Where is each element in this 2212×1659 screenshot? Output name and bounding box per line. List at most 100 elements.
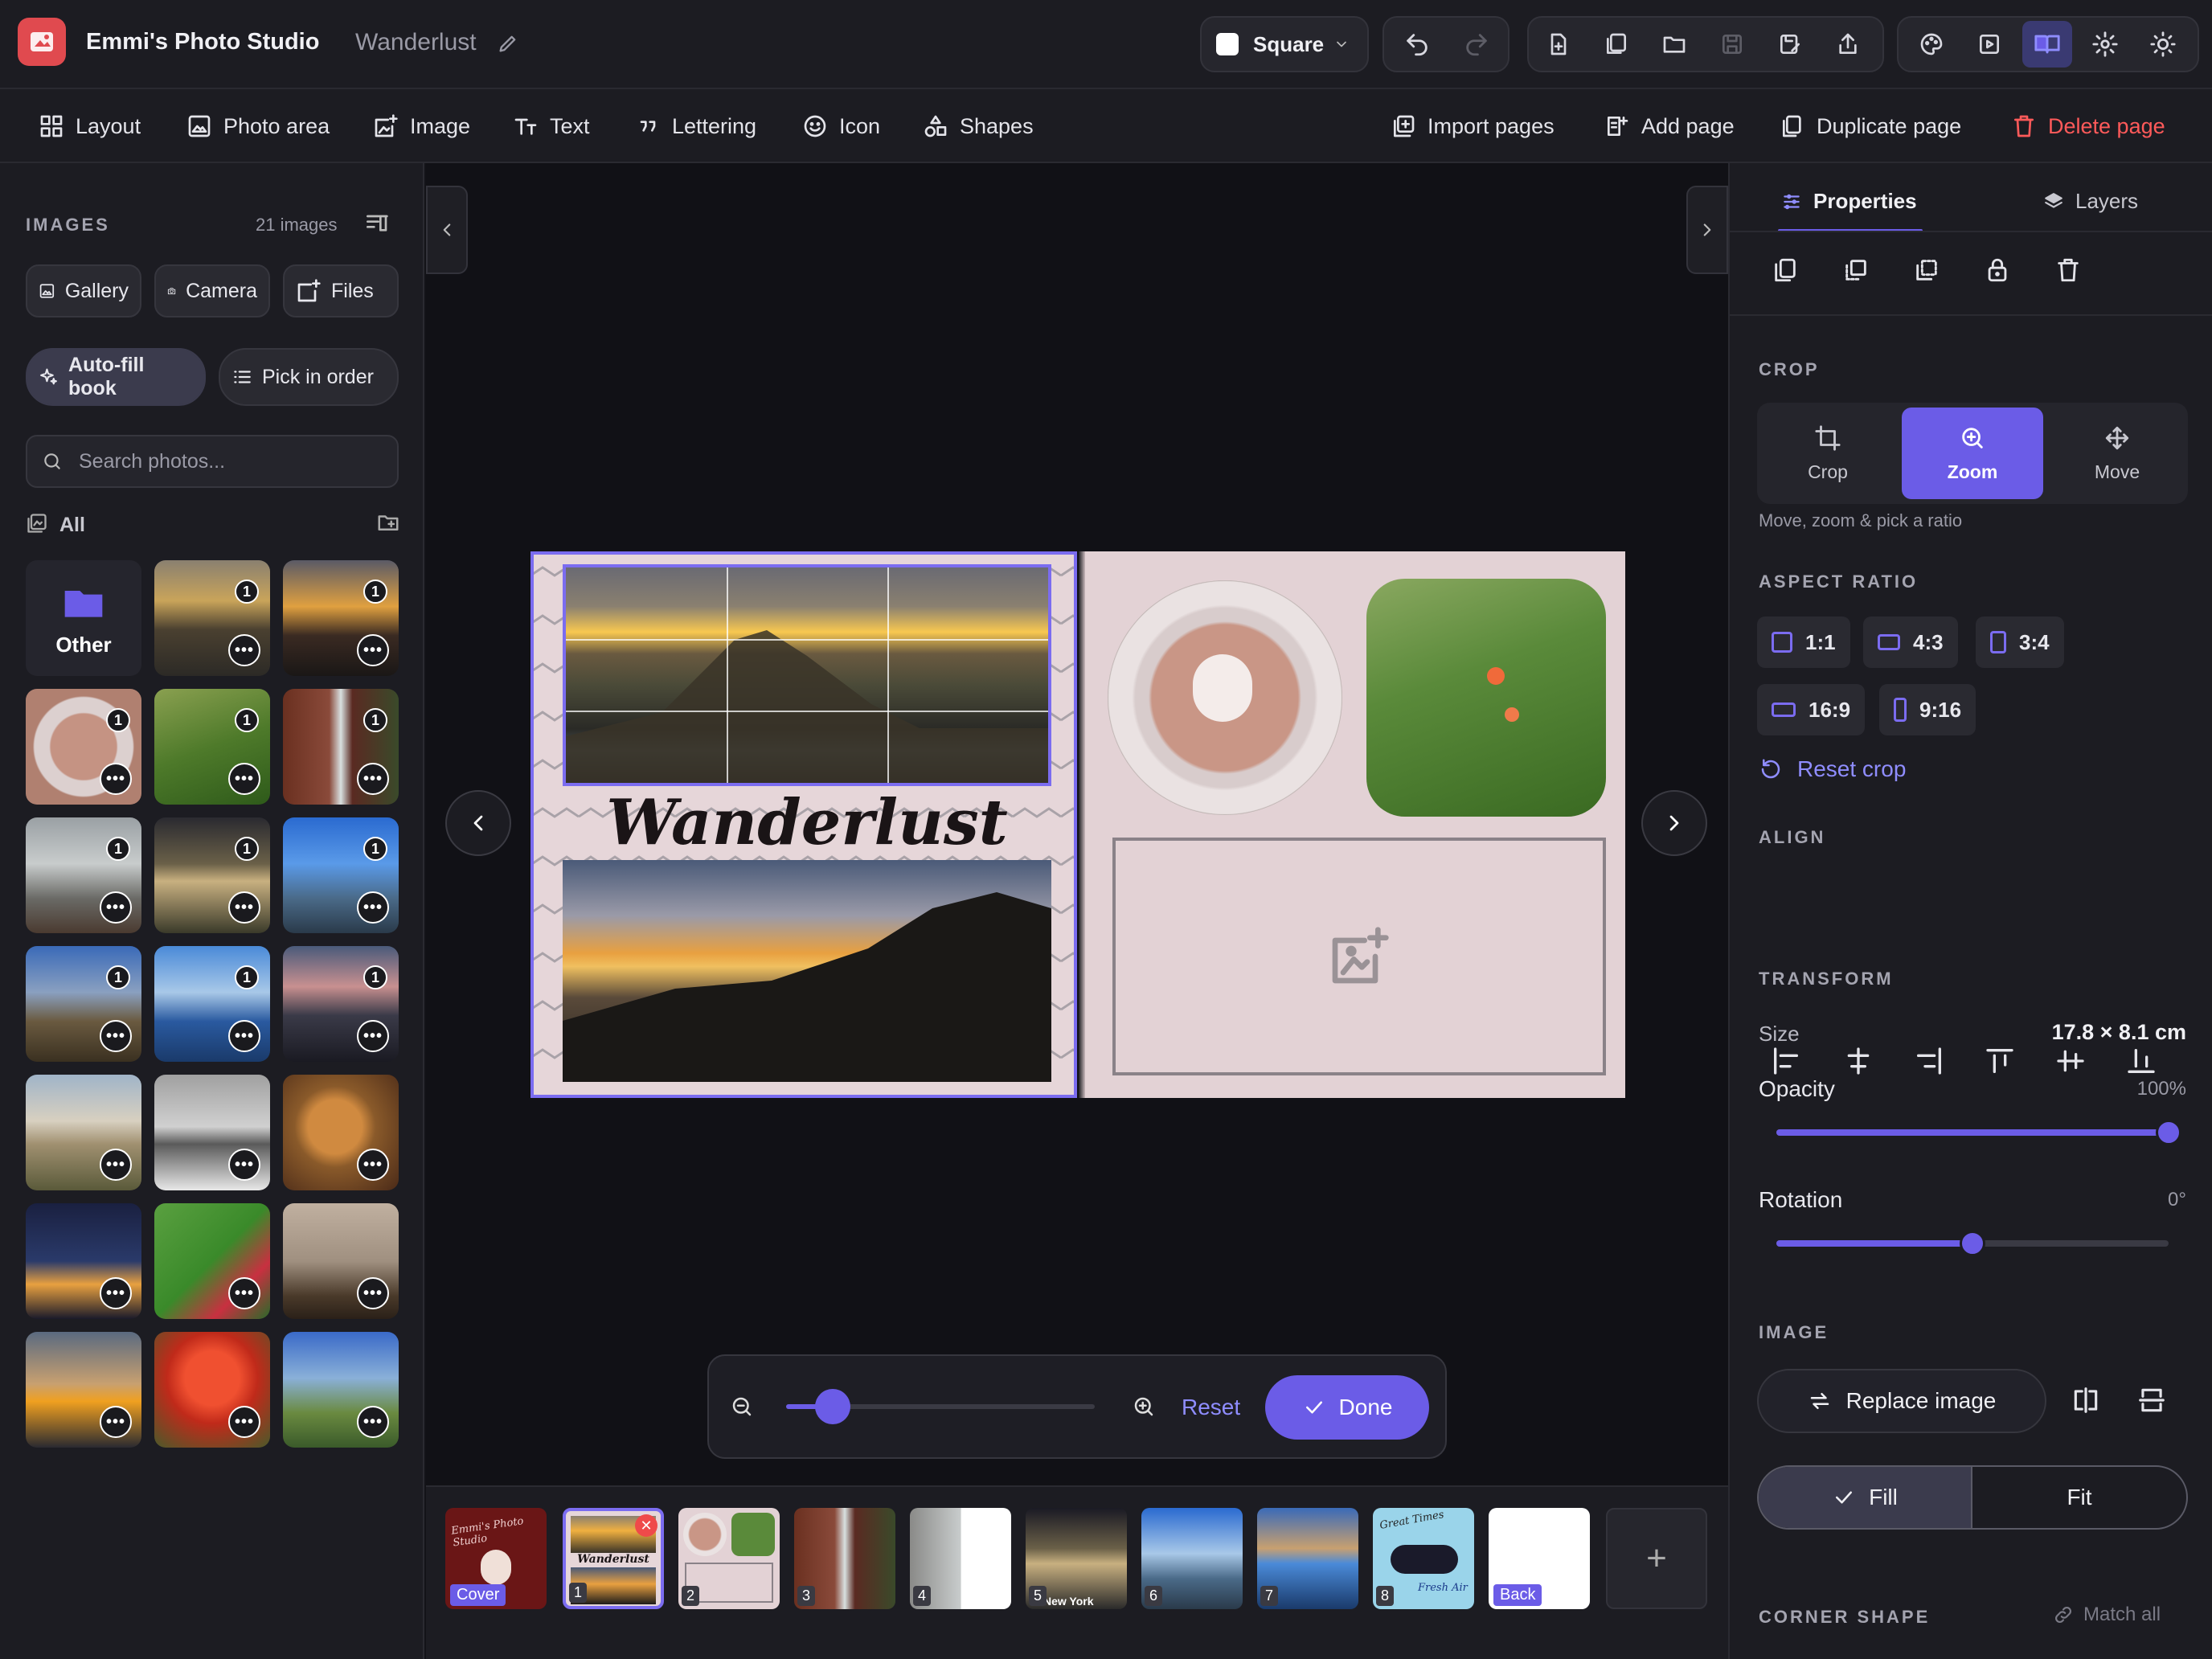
page-thumb-1[interactable]: Wanderlust ✕ 1 bbox=[563, 1508, 664, 1609]
collapse-left-panel-button[interactable] bbox=[426, 186, 468, 274]
more-options-icon[interactable]: ••• bbox=[357, 891, 389, 924]
photo-thumb[interactable]: ••• bbox=[283, 1075, 399, 1190]
page-thumb-2[interactable]: 2 bbox=[678, 1508, 780, 1609]
match-all-button[interactable]: Match all bbox=[2053, 1604, 2161, 1626]
photo-thumb[interactable]: 1 ••• bbox=[26, 689, 141, 805]
empty-photo-area[interactable] bbox=[1112, 838, 1606, 1075]
search-input[interactable] bbox=[79, 449, 384, 473]
zoom-slider-thumb[interactable] bbox=[814, 1389, 850, 1424]
cake-photo[interactable] bbox=[1108, 580, 1342, 815]
right-page[interactable] bbox=[1085, 551, 1625, 1098]
tab-properties[interactable]: Properties bbox=[1781, 189, 1917, 214]
flip-horizontal-icon[interactable] bbox=[2071, 1385, 2103, 1417]
photo-thumb[interactable]: ••• bbox=[154, 1332, 270, 1448]
more-options-icon[interactable]: ••• bbox=[100, 1277, 132, 1309]
page-thumb-5[interactable]: New York 5 bbox=[1026, 1508, 1127, 1609]
crop-mode-move[interactable]: Move bbox=[2046, 403, 2188, 504]
photo-thumb[interactable]: 1 ••• bbox=[283, 560, 399, 676]
more-options-icon[interactable]: ••• bbox=[100, 1149, 132, 1181]
more-options-icon[interactable]: ••• bbox=[228, 891, 260, 924]
image-button[interactable]: Image bbox=[373, 89, 470, 163]
project-title[interactable]: Wanderlust bbox=[355, 29, 477, 56]
clear-list-icon[interactable] bbox=[363, 210, 389, 236]
photo-area-button[interactable]: Photo area bbox=[186, 89, 330, 163]
search-box[interactable] bbox=[26, 435, 399, 488]
duplicate-page-button[interactable]: Duplicate page bbox=[1780, 89, 1961, 163]
new-page-icon[interactable] bbox=[1540, 26, 1577, 63]
photo-thumb[interactable]: ••• bbox=[283, 1332, 399, 1448]
more-options-icon[interactable]: ••• bbox=[228, 763, 260, 795]
gallery-button[interactable]: Gallery bbox=[26, 264, 141, 317]
next-spread-button[interactable] bbox=[1641, 790, 1707, 856]
tab-layers[interactable]: Layers bbox=[2043, 189, 2138, 214]
photo-thumb[interactable]: 1 ••• bbox=[154, 946, 270, 1062]
rotation-slider-thumb[interactable] bbox=[1960, 1231, 1985, 1256]
replace-image-button[interactable]: Replace image bbox=[1757, 1369, 2046, 1433]
opacity-slider-thumb[interactable] bbox=[2156, 1120, 2181, 1145]
preview-play-icon[interactable] bbox=[1971, 26, 2008, 63]
more-options-icon[interactable]: ••• bbox=[228, 634, 260, 666]
text-button[interactable]: Text bbox=[513, 89, 590, 163]
book-view-icon[interactable] bbox=[2022, 21, 2072, 68]
ratio-4-3-button[interactable]: 4:3 bbox=[1863, 616, 1958, 668]
page-thumb-7[interactable]: 7 bbox=[1257, 1508, 1358, 1609]
photo-thumb[interactable]: ••• bbox=[26, 1203, 141, 1319]
zoom-in-icon[interactable] bbox=[1132, 1395, 1156, 1419]
previous-spread-button[interactable] bbox=[445, 790, 511, 856]
remove-page-icon[interactable]: ✕ bbox=[635, 1514, 657, 1537]
align-middle-vertical-icon[interactable] bbox=[2054, 1045, 2090, 1080]
app-logo-icon[interactable] bbox=[18, 18, 66, 66]
photo-thumb[interactable]: ••• bbox=[283, 1203, 399, 1319]
photo-thumb[interactable]: 1 ••• bbox=[26, 946, 141, 1062]
zoom-done-button[interactable]: Done bbox=[1265, 1375, 1429, 1440]
add-page-button[interactable]: Add page bbox=[1604, 89, 1735, 163]
photo-thumb[interactable]: 1 ••• bbox=[154, 689, 270, 805]
photo-thumb[interactable]: 1 ••• bbox=[154, 817, 270, 933]
left-page[interactable]: Wanderlust bbox=[530, 551, 1077, 1098]
delete-page-button[interactable]: Delete page bbox=[2011, 89, 2165, 163]
more-options-icon[interactable]: ••• bbox=[100, 1406, 132, 1438]
more-options-icon[interactable]: ••• bbox=[228, 1149, 260, 1181]
more-options-icon[interactable]: ••• bbox=[357, 1277, 389, 1309]
reset-crop-button[interactable]: Reset crop bbox=[1759, 756, 1906, 782]
page-thumb-4[interactable]: 4 bbox=[910, 1508, 1011, 1609]
collapse-right-panel-button[interactable] bbox=[1686, 186, 1728, 274]
undo-icon[interactable] bbox=[1399, 26, 1436, 63]
zoom-reset-button[interactable]: Reset bbox=[1182, 1395, 1240, 1420]
folder-open-icon[interactable] bbox=[1656, 26, 1693, 63]
page-thumb-cover[interactable]: Emmi's Photo Studio Cover bbox=[445, 1508, 547, 1609]
sunset-photo[interactable] bbox=[563, 860, 1051, 1082]
delete-element-icon[interactable] bbox=[2054, 256, 2083, 285]
ratio-16-9-button[interactable]: 16:9 bbox=[1757, 684, 1866, 735]
rotation-slider[interactable] bbox=[1776, 1231, 2169, 1256]
more-options-icon[interactable]: ••• bbox=[357, 1020, 389, 1052]
title-lettering[interactable]: Wanderlust bbox=[534, 786, 1074, 859]
page-thumb-back[interactable]: Back bbox=[1489, 1508, 1590, 1609]
more-options-icon[interactable]: ••• bbox=[100, 891, 132, 924]
import-pages-button[interactable]: Import pages bbox=[1391, 89, 1555, 163]
photo-thumb[interactable]: ••• bbox=[26, 1075, 141, 1190]
photo-thumb[interactable]: ••• bbox=[154, 1203, 270, 1319]
align-left-icon[interactable] bbox=[1770, 1045, 1805, 1080]
align-top-icon[interactable] bbox=[1984, 1045, 2019, 1080]
photo-thumb[interactable]: 1 ••• bbox=[26, 817, 141, 933]
palette-icon[interactable] bbox=[1913, 26, 1950, 63]
theme-sun-icon[interactable] bbox=[2144, 26, 2181, 63]
photo-thumb[interactable]: 1 ••• bbox=[154, 560, 270, 676]
ratio-3-4-button[interactable]: 3:4 bbox=[1976, 616, 2064, 668]
crop-mode-crop[interactable]: Crop bbox=[1757, 403, 1899, 504]
align-right-icon[interactable] bbox=[1913, 1045, 1948, 1080]
ratio-9-16-button[interactable]: 9:16 bbox=[1879, 684, 1976, 735]
auto-fill-button[interactable]: Auto-fill book bbox=[26, 348, 206, 406]
new-folder-icon[interactable] bbox=[376, 510, 402, 536]
grass-photo[interactable] bbox=[1366, 579, 1606, 817]
more-options-icon[interactable]: ••• bbox=[228, 1406, 260, 1438]
photo-thumb[interactable]: 1 ••• bbox=[283, 689, 399, 805]
copy-icon[interactable] bbox=[1772, 256, 1800, 285]
opacity-slider[interactable] bbox=[1776, 1120, 2181, 1145]
send-backward-icon[interactable] bbox=[1913, 256, 1942, 285]
selected-photo-area[interactable] bbox=[563, 564, 1051, 786]
more-options-icon[interactable]: ••• bbox=[100, 763, 132, 795]
more-options-icon[interactable]: ••• bbox=[100, 1020, 132, 1052]
photo-thumb[interactable]: ••• bbox=[26, 1332, 141, 1448]
